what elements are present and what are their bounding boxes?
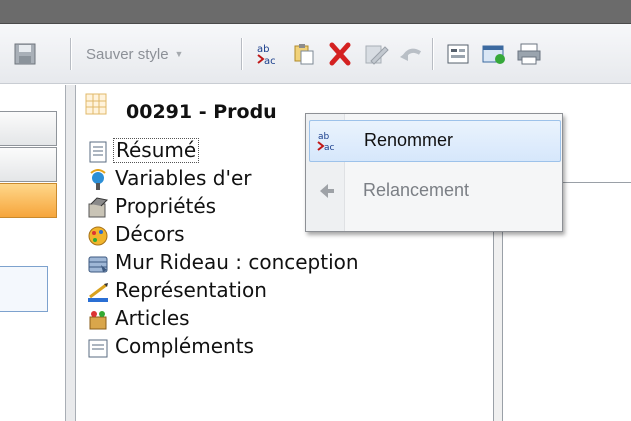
- toolbar: Sauver style ▼ ab ac: [0, 24, 631, 84]
- tree-item-label: Mur Rideau : conception: [115, 250, 359, 274]
- delete-icon[interactable]: [327, 41, 353, 67]
- tree-item-label: Résumé: [113, 138, 200, 163]
- grid-icon: [85, 93, 107, 115]
- rename-icon: ab ac: [317, 132, 335, 152]
- svg-text:ac: ac: [324, 143, 335, 152]
- toolbar-separator: [241, 38, 242, 70]
- representation-icon: [88, 283, 108, 302]
- style-select[interactable]: Sauver style ▼: [86, 42, 183, 66]
- context-menu: ab ac Renommer Relancement: [305, 113, 563, 232]
- svg-text:ab: ab: [318, 132, 330, 142]
- left-panel-button[interactable]: [0, 147, 57, 182]
- panel-splitter[interactable]: [66, 85, 76, 421]
- left-panel-field[interactable]: [0, 266, 48, 312]
- svg-text:ac: ac: [264, 56, 276, 67]
- tree-item-label: Variables d'er: [115, 166, 252, 190]
- form-icon[interactable]: [445, 41, 471, 67]
- print-icon[interactable]: [516, 41, 542, 67]
- articles-icon: [89, 311, 107, 330]
- toolbar-separator: [70, 38, 71, 70]
- tree-item-label: Représentation: [115, 278, 267, 302]
- complements-icon: [88, 339, 108, 358]
- svg-text:ab: ab: [257, 44, 269, 55]
- properties-icon: [88, 197, 109, 218]
- left-panel: [0, 85, 66, 421]
- summary-icon: [89, 141, 107, 163]
- left-panel-button[interactable]: [0, 111, 57, 146]
- chevron-down-icon: ▼: [174, 49, 184, 59]
- undo-icon[interactable]: [398, 41, 424, 67]
- edit-icon[interactable]: [363, 41, 389, 67]
- context-menu-item-label: Renommer: [364, 130, 454, 150]
- context-menu-item-relaunch[interactable]: Relancement: [309, 171, 559, 211]
- context-menu-item-label: Relancement: [363, 180, 470, 200]
- rename-icon[interactable]: ab ac: [255, 41, 281, 67]
- save-icon[interactable]: [12, 41, 38, 67]
- paste-icon[interactable]: [291, 41, 317, 67]
- curtain-wall-icon: [88, 256, 108, 273]
- tree-item-label: Compléments: [115, 334, 254, 358]
- tree-item-label: Propriétés: [115, 194, 217, 218]
- style-select-label: Sauver style: [86, 46, 169, 63]
- left-panel-active-button[interactable]: [0, 183, 57, 218]
- export-icon[interactable]: [481, 41, 507, 67]
- relaunch-icon: [320, 184, 334, 198]
- tree-item-label: Articles: [115, 306, 190, 330]
- context-menu-item-rename[interactable]: ab ac Renommer: [309, 120, 561, 162]
- panel-title: 00291 - Produ: [126, 101, 277, 123]
- decors-icon: [88, 226, 108, 246]
- variables-icon: [90, 169, 106, 190]
- tree-item-label: Décors: [115, 222, 185, 246]
- window-title-bar: [0, 0, 631, 24]
- toolbar-separator: [432, 38, 433, 70]
